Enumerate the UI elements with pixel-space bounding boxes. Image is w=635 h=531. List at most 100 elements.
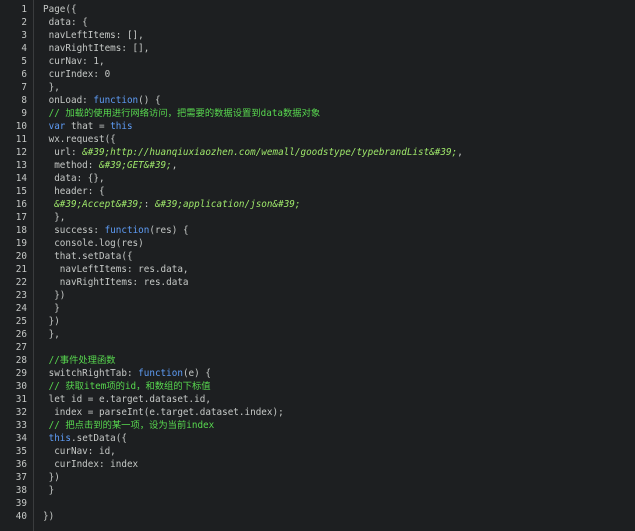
code-text: // 加载的使用进行网络访问，把需要的数据设置到data数据对象	[43, 107, 321, 120]
code-line[interactable]: 2 data: {	[0, 16, 635, 29]
code-line[interactable]: 9 // 加载的使用进行网络访问，把需要的数据设置到data数据对象	[0, 107, 635, 120]
keyword-token: this	[110, 121, 133, 132]
code-text: // 获取item项的id，和数组的下标值	[43, 380, 211, 393]
line-number: 33	[15, 420, 27, 431]
code-line[interactable]: 31 let id = e.target.dataset.id,	[0, 393, 635, 406]
line-number: 7	[21, 82, 27, 93]
code-text: },	[43, 211, 65, 224]
line-number: 6	[21, 69, 27, 80]
code-token: .setData({	[71, 433, 127, 444]
code-line[interactable]: 16 &#39;Accept&#39;: &#39;application/js…	[0, 198, 635, 211]
code-text: index = parseInt(e.target.dataset.index)…	[43, 406, 284, 419]
code-line[interactable]: 37 })	[0, 471, 635, 484]
code-token: Page({	[43, 4, 77, 15]
code-token: method:	[43, 160, 99, 171]
code-line[interactable]: 25 })	[0, 315, 635, 328]
code-text: header: {	[43, 185, 105, 198]
code-line[interactable]: 13 method: &#39;GET&#39;,	[0, 159, 635, 172]
code-line[interactable]: 5 curNav: 1,	[0, 55, 635, 68]
code-text: //事件处理函数	[43, 354, 116, 367]
code-text: })	[43, 471, 60, 484]
code-line[interactable]: 32 index = parseInt(e.target.dataset.ind…	[0, 406, 635, 419]
code-line[interactable]: 7 },	[0, 81, 635, 94]
code-line[interactable]: 29 switchRightTab: function(e) {	[0, 367, 635, 380]
code-line[interactable]: 4 navRightItems: [],	[0, 42, 635, 55]
code-lines[interactable]: 1 Page({2 data: {3 navLeftItems: [], 4 nav…	[0, 3, 635, 523]
code-text: })	[43, 510, 54, 523]
line-number: 38	[15, 485, 27, 496]
code-line[interactable]: 20 that.setData({	[0, 250, 635, 263]
code-line[interactable]: 40})	[0, 510, 635, 523]
code-line[interactable]: 6 curIndex: 0	[0, 68, 635, 81]
code-line[interactable]: 15 header: {	[0, 185, 635, 198]
line-number: 12	[15, 147, 27, 158]
code-token: wx.request({	[43, 134, 116, 145]
code-token: console.log(res)	[43, 238, 144, 249]
string-token: &#39;Accept&#39;	[43, 199, 144, 210]
keyword-token: function	[93, 95, 139, 106]
code-token: let id = e.target.dataset.id,	[43, 394, 211, 405]
code-line[interactable]: 18 success: function(res) {	[0, 224, 635, 237]
code-line[interactable]: 34 this.setData({	[0, 432, 635, 445]
string-token: &#39;GET&#39;	[98, 160, 172, 171]
code-line[interactable]: 19 console.log(res)	[0, 237, 635, 250]
code-token: navLeftItems: res.data,	[43, 264, 189, 275]
string-token: &#39;http://huanqiuxiaozhen.com/wemall/g…	[82, 147, 458, 158]
code-line[interactable]: 21 navLeftItems: res.data,	[0, 263, 635, 276]
code-text: })	[43, 315, 60, 328]
code-text: url: &#39;http://huanqiuxiaozhen.com/wem…	[43, 146, 463, 159]
line-number: 5	[21, 56, 27, 67]
code-line[interactable]: 36 curIndex: index	[0, 458, 635, 471]
code-token: })	[43, 511, 55, 522]
code-text: switchRightTab: function(e) {	[43, 367, 211, 380]
line-number: 2	[21, 17, 27, 28]
string-token: &#39;application/json&#39;	[154, 199, 301, 210]
line-number: 16	[15, 199, 27, 210]
code-editor[interactable]: 1 Page({2 data: {3 navLeftItems: [], 4 nav…	[0, 0, 635, 531]
code-token: ,	[171, 160, 178, 171]
code-token: header: {	[43, 186, 105, 197]
code-line[interactable]: 8 onLoad: function() {	[0, 94, 635, 107]
code-token: that.setData({	[43, 251, 133, 262]
line-number: 31	[15, 394, 27, 405]
code-line[interactable]: 35 curNav: id,	[0, 445, 635, 458]
line-number: 4	[21, 43, 27, 54]
code-token: curIndex: 0	[43, 69, 111, 80]
code-line[interactable]: 30 // 获取item项的id，和数组的下标值	[0, 380, 635, 393]
line-number: 15	[15, 186, 27, 197]
code-line[interactable]: 28 //事件处理函数	[0, 354, 635, 367]
code-line[interactable]: 1 Page({	[0, 3, 635, 16]
code-line[interactable]: 12 url: &#39;http://huanqiuxiaozhen.com/…	[0, 146, 635, 159]
code-line[interactable]: 10 var that = this	[0, 120, 635, 133]
code-text: navRightItems: res.data	[43, 276, 189, 289]
code-token: (e) {	[182, 368, 211, 379]
code-token: navLeftItems: [],	[43, 30, 144, 41]
code-line[interactable]: 14 data: {},	[0, 172, 635, 185]
code-line[interactable]: 23 })	[0, 289, 635, 302]
keyword-token: var	[48, 121, 66, 132]
code-line[interactable]: 22 navRightItems: res.data	[0, 276, 635, 289]
line-number: 26	[15, 329, 27, 340]
code-line[interactable]: 26 },	[0, 328, 635, 341]
code-line[interactable]: 33 // 把点击到的某一项，设为当前index	[0, 419, 635, 432]
code-token: switchRightTab:	[43, 368, 139, 379]
code-line[interactable]: 11 wx.request({	[0, 133, 635, 146]
code-token: data: {},	[43, 173, 105, 184]
code-text: curIndex: 0	[43, 68, 111, 81]
code-text: }	[43, 484, 55, 497]
code-token: () {	[138, 95, 161, 106]
keyword-token: function	[104, 225, 150, 236]
line-number: 10	[15, 121, 27, 132]
code-text: that.setData({	[43, 250, 133, 263]
code-line[interactable]: 17 },	[0, 211, 635, 224]
line-number: 13	[15, 160, 27, 171]
code-line[interactable]: 3 navLeftItems: [],	[0, 29, 635, 42]
line-number: 1	[21, 4, 27, 15]
code-text: },	[43, 81, 60, 94]
code-line[interactable]: 24 }	[0, 302, 635, 315]
line-number: 21	[15, 264, 27, 275]
code-text: navRightItems: [],	[43, 42, 150, 55]
code-line[interactable]: 27	[0, 341, 635, 354]
code-line[interactable]: 39	[0, 497, 635, 510]
code-line[interactable]: 38 }	[0, 484, 635, 497]
